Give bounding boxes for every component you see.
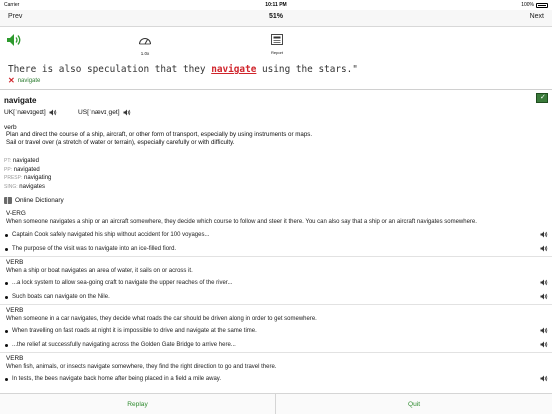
next-button[interactable]: Next [530, 13, 544, 20]
word-forms: PT: navigated PP: navigated PRESP: navig… [4, 157, 51, 191]
battery-indicator: 100% [521, 2, 548, 8]
bullet [5, 247, 8, 251]
sentence-before: There is also speculation that they [8, 64, 212, 75]
example-item: ...the relief at successfully navigating… [5, 341, 550, 348]
sense-definition: When fish, animals, or insects navigate … [6, 364, 277, 370]
example-text: In tests, the bees navigate back home af… [12, 376, 222, 382]
speaker-icon[interactable] [540, 375, 548, 382]
divider [0, 256, 552, 257]
word-form-presp: PRESP: navigating [4, 175, 52, 182]
sentence-target-word[interactable]: navigate [211, 64, 256, 75]
word-form-pp: PP: navigated [4, 166, 40, 173]
example-item: The purpose of the visit was to navigate… [5, 245, 550, 252]
speaker-icon[interactable] [540, 293, 548, 300]
speaker-icon[interactable] [540, 327, 548, 334]
report-label: Report [270, 50, 283, 55]
part-of-speech: verb [4, 124, 17, 131]
pronunciation-us-text: US[ˈnævɪˌget] [78, 109, 120, 116]
sense-definition: When a ship or boat navigates an area of… [6, 268, 193, 274]
quit-button[interactable]: Quit [276, 394, 552, 414]
sentence-after: using the stars." [256, 64, 358, 75]
report-button[interactable]: Report [268, 32, 286, 55]
nav-bar: Prev 51% Next [0, 10, 552, 27]
word-form-sing: SING: navigates [4, 183, 45, 190]
toolbar: 1.0x Report [0, 28, 552, 58]
speaker-icon[interactable] [540, 279, 548, 286]
bullet [5, 329, 8, 333]
definition: Sail or travel over (a stretch of water … [6, 139, 235, 146]
report-icon [271, 34, 283, 45]
speaker-icon[interactable] [123, 109, 131, 116]
word-form-pt: PT: navigated [4, 158, 39, 164]
dictionary-panel[interactable]: navigate UK[ˈnævɪgeɪt] US[ˈnævɪˌget] ver… [0, 90, 552, 392]
example-item: Captain Cook safely navigated his ship w… [5, 231, 550, 238]
bullet [5, 295, 8, 299]
sense-label: VERB [6, 307, 24, 314]
book-icon [4, 197, 12, 204]
battery-icon [536, 2, 548, 8]
sense-label: VERB [6, 355, 24, 362]
progress-title: 51% [268, 13, 283, 20]
pronunciation-uk: UK[ˈnævɪgeɪt] [4, 109, 57, 116]
speedometer-icon [139, 38, 151, 45]
speaker-icon[interactable] [49, 109, 57, 116]
example-item: Such boats can navigate on the Nile. [5, 293, 550, 300]
answer-row: ✕ navigate [8, 76, 41, 85]
speaker-icon[interactable] [540, 245, 548, 252]
example-text: The purpose of the visit was to navigate… [12, 246, 177, 252]
sense-label: VERB [6, 259, 24, 266]
headword: navigate [4, 96, 37, 105]
bullet [5, 343, 8, 347]
status-bar: Carrier 10:11 PM 100% [0, 0, 552, 10]
speaker-icon[interactable] [540, 341, 548, 348]
example-text: Such boats can navigate on the Nile. [12, 294, 110, 300]
add-to-wordbook-icon[interactable] [536, 93, 548, 103]
bullet [5, 281, 8, 285]
divider [0, 304, 552, 305]
clock: 10:11 PM [265, 2, 287, 8]
example-text: ...a lock system to allow sea-going craf… [12, 280, 233, 286]
pronunciation-uk-text: UK[ˈnævɪgeɪt] [4, 109, 46, 116]
speed-control[interactable]: 1.0x [136, 32, 154, 56]
wrong-icon: ✕ [8, 76, 15, 85]
replay-button[interactable]: Replay [0, 394, 276, 414]
bottom-bar: Replay Quit [0, 393, 552, 414]
example-text: When travelling on fast roads at night i… [12, 328, 257, 334]
bullet [5, 377, 8, 381]
online-dictionary-title: Online Dictionary [15, 197, 64, 204]
online-dictionary-header: Online Dictionary [4, 197, 64, 204]
speaker-icon[interactable] [6, 33, 22, 47]
definition: Plan and direct the course of a ship, ai… [6, 131, 313, 138]
sense-label: V-ERG [6, 210, 26, 217]
battery-percent: 100% [521, 2, 534, 8]
example-item: In tests, the bees navigate back home af… [5, 375, 550, 382]
bullet [5, 233, 8, 237]
speed-label: 1.0x [140, 51, 150, 56]
sense-definition: When someone navigates a ship or an airc… [6, 219, 477, 225]
example-item: When travelling on fast roads at night i… [5, 327, 550, 334]
answer-word: navigate [17, 78, 41, 84]
divider [0, 352, 552, 353]
example-item: ...a lock system to allow sea-going craf… [5, 279, 550, 286]
speaker-icon[interactable] [540, 231, 548, 238]
sense-definition: When someone in a car navigates, they de… [6, 316, 317, 322]
quiz-sentence: There is also speculation that they navi… [8, 64, 358, 75]
example-text: Captain Cook safely navigated his ship w… [12, 232, 210, 238]
pronunciation-us: US[ˈnævɪˌget] [78, 109, 131, 116]
example-text: ...the relief at successfully navigating… [12, 342, 236, 348]
